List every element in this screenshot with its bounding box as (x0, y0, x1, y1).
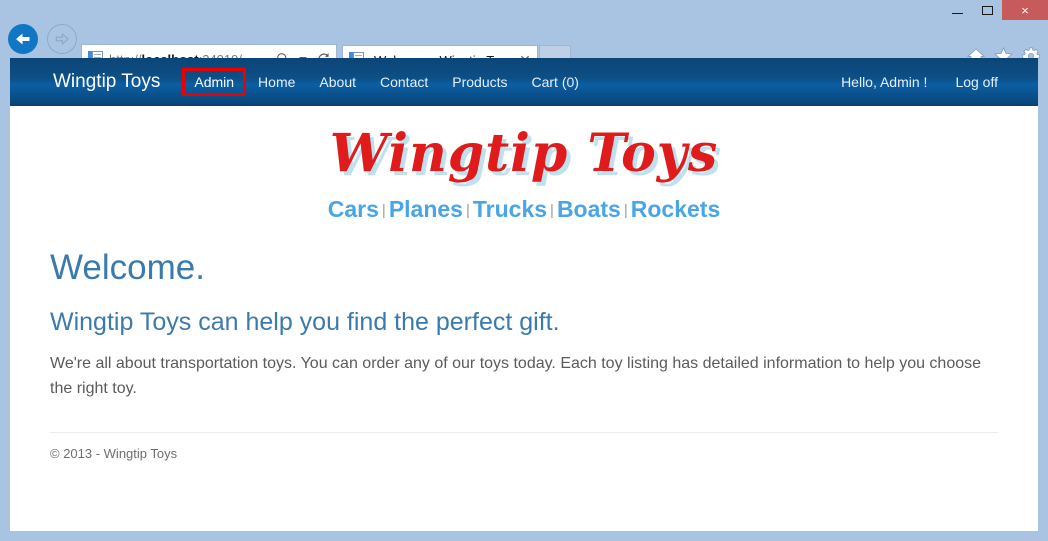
forward-arrow-icon (55, 32, 70, 46)
maximize-icon (981, 5, 993, 15)
browser-toolbar: http://localhost:24019/ (0, 20, 1048, 74)
category-link-trucks[interactable]: Trucks (473, 196, 547, 222)
page-footer: © 2013 - Wingtip Toys (50, 445, 178, 461)
category-separator: | (550, 202, 554, 219)
title-bar: × (0, 0, 1048, 20)
browser-window: × http://localhost:24019/ (0, 0, 1048, 541)
page-container: Wingtip Toys Cars | Planes | Trucks | Boats | Ro… (10, 116, 1038, 461)
page-subtitle: Wingtip Toys can help you find the perfe… (50, 307, 560, 336)
window-controls: × (942, 0, 1048, 20)
category-link-cars[interactable]: Cars (328, 196, 379, 222)
nav-item-contact[interactable]: Contact (368, 68, 440, 96)
forward-button[interactable] (47, 24, 77, 54)
page-viewport: Wingtip Toys Admin Home About Contact Pr… (10, 58, 1038, 531)
minimize-button[interactable] (942, 0, 972, 20)
minimize-icon (951, 12, 963, 14)
nav-item-products[interactable]: Products (440, 68, 519, 96)
category-separator: | (381, 202, 386, 219)
page-title: Welcome. (50, 248, 205, 287)
footer-divider (50, 431, 998, 433)
category-link-planes[interactable]: Planes (389, 196, 463, 222)
back-arrow-icon (16, 33, 30, 45)
nav-item-cart[interactable]: Cart (0) (520, 68, 591, 96)
nav-item-admin[interactable]: Admin (182, 68, 247, 96)
page-paragraph: We're all about transportation toys. You… (50, 355, 982, 397)
log-off-link[interactable]: Log off (941, 68, 1012, 96)
category-links: Cars | Planes | Trucks | Boats | Rockets (38, 196, 1010, 223)
site-logo-text: Wingtip Toys (329, 123, 719, 184)
site-nav-links: Admin Home About Contact Products Cart (… (182, 68, 591, 96)
category-separator: | (623, 202, 628, 219)
site-logo: Wingtip Toys (38, 116, 1010, 192)
nav-item-home[interactable]: Home (246, 68, 307, 96)
category-separator: | (465, 202, 470, 219)
back-button[interactable] (8, 24, 38, 54)
category-link-rockets[interactable]: Rockets (631, 196, 720, 222)
category-link-boats[interactable]: Boats (557, 196, 621, 222)
maximize-button[interactable] (972, 0, 1002, 20)
site-brand[interactable]: Wingtip Toys (53, 71, 160, 93)
close-button[interactable]: × (1002, 0, 1048, 20)
nav-item-about[interactable]: About (307, 68, 368, 96)
site-navbar: Wingtip Toys Admin Home About Contact Pr… (10, 58, 1038, 106)
site-nav-account: Hello, Admin ! Log off (827, 68, 1012, 96)
greeting-label[interactable]: Hello, Admin ! (827, 68, 941, 96)
